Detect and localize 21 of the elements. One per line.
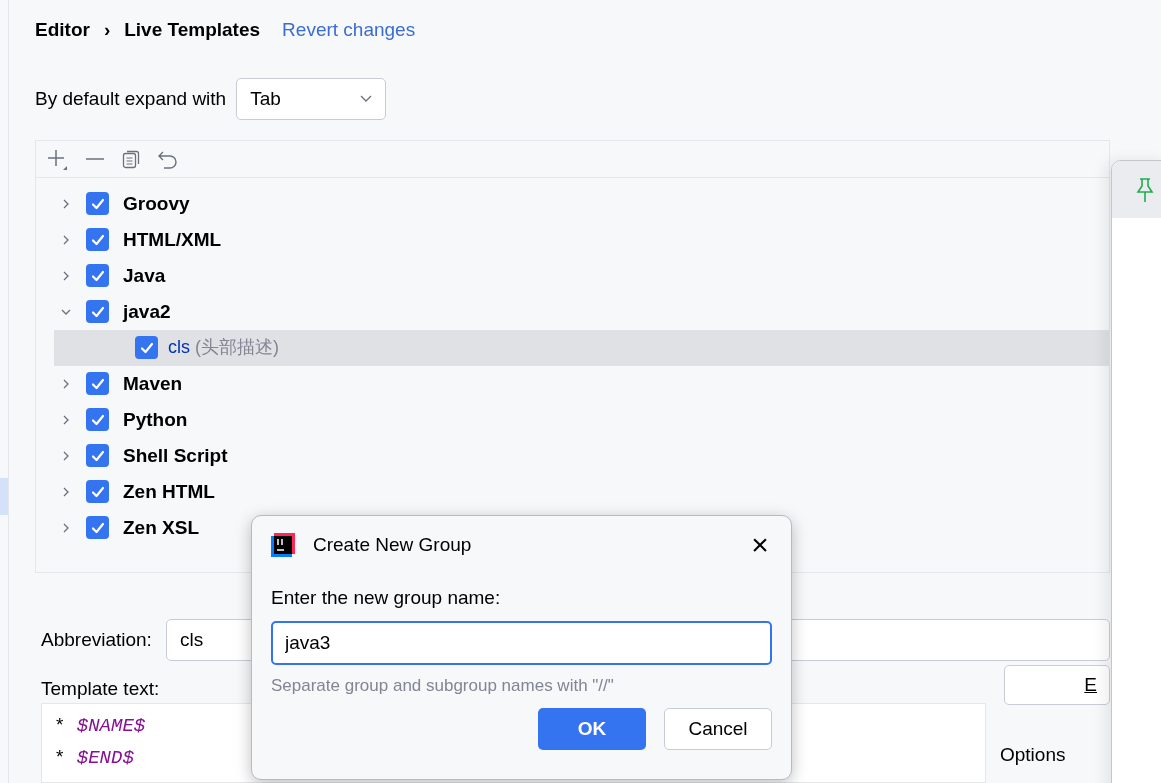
group-label: Groovy — [123, 191, 190, 216]
hint-text: Separate group and subgroup names with "//" — [271, 674, 615, 697]
page-title: Live Templates — [124, 17, 261, 42]
group-label: java2 — [123, 299, 171, 324]
expand-label: By default expand with — [35, 86, 227, 111]
code-line: * $END$ — [54, 746, 134, 771]
code-line: * $NAME$ — [54, 714, 146, 739]
group-label: Zen HTML — [123, 479, 215, 504]
group-label: Zen XSL — [123, 515, 199, 540]
template-text-label: Template text: — [41, 677, 160, 701]
group-label: Python — [123, 407, 188, 432]
group-label: Maven — [123, 371, 183, 396]
group-label: HTML/XML — [123, 227, 222, 252]
template-label: cls (头部描述) — [168, 336, 279, 360]
breadcrumb-separator: › — [103, 17, 111, 42]
dialog-title: Create New Group — [313, 532, 473, 557]
group-label: Java — [123, 263, 166, 288]
dialog-prompt: Enter the new group name: — [271, 586, 502, 610]
abbreviation-label: Abbreviation: — [41, 627, 152, 652]
group-label: Shell Script — [123, 443, 228, 468]
options-label: Options — [1000, 743, 1067, 767]
